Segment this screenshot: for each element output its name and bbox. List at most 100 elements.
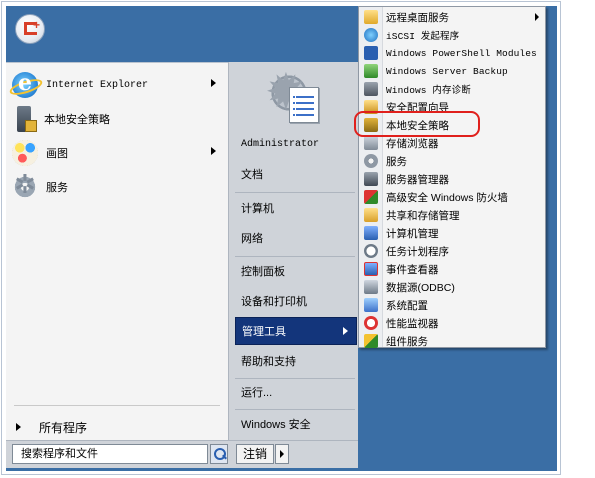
submenu-item-odbc[interactable]: 数据源(ODBC) [359,278,545,296]
admin-tools-submenu: 远程桌面服务 iSCSI 发起程序 Windows PowerShell Mod… [358,6,546,348]
right-item-help-support[interactable]: 帮助和支持 [235,347,357,375]
checklist-document-icon [289,87,319,123]
right-item-label: Administrator [241,138,320,150]
submenu-item-services[interactable]: 服务 [359,152,545,170]
submenu-item-server-backup[interactable]: Windows Server Backup [359,62,545,80]
left-item-internet-explorer[interactable]: Internet Explorer [6,69,228,101]
right-item-administrator[interactable]: Administrator [235,130,357,158]
submenu-item-label: 计算机管理 [386,227,439,240]
submenu-item-label: Windows Server Backup [386,65,508,77]
submenu-item-label: 性能监视器 [386,317,439,330]
right-item-network[interactable]: 网络 [235,224,357,252]
services-icon [364,154,378,168]
user-tile-plus: + [33,18,41,32]
submenu-item-label: 事件查看器 [386,263,439,276]
odbc-icon [364,280,378,294]
right-item-admin-tools[interactable]: 管理工具 [235,317,357,345]
right-pane-separator [235,192,355,193]
right-item-label: 网络 [241,233,263,245]
all-programs-label: 所有程序 [39,420,88,435]
left-item-label: 服务 [46,182,68,194]
share-storage-icon [364,208,378,222]
submenu-item-event-viewer[interactable]: 事件查看器 [359,260,545,278]
right-item-devices-printers[interactable]: 设备和打印机 [235,287,357,315]
local-security-policy-icon [364,118,378,132]
submenu-item-label: iSCSI 发起程序 [386,31,460,42]
right-item-control-panel[interactable]: 控制面板 [235,257,357,285]
server-manager-icon [364,172,378,186]
left-item-local-security-policy[interactable]: 本地安全策略 [6,103,228,135]
right-item-windows-security[interactable]: Windows 安全 [235,410,357,438]
submenu-item-label: 系统配置 [386,299,428,312]
submenu-item-remote-desktop[interactable]: 远程桌面服务 [359,8,545,26]
chevron-right-icon [535,13,539,21]
submenu-item-storage-explorer[interactable]: 存储浏览器 [359,134,545,152]
right-item-label: 管理工具 [242,326,286,338]
paint-icon [12,140,38,166]
chevron-right-icon [16,423,21,431]
system-config-icon [364,298,378,312]
submenu-item-label: 本地安全策略 [386,119,449,132]
submenu-item-powershell-modules[interactable]: Windows PowerShell Modules [359,44,545,62]
task-scheduler-icon [364,244,378,258]
submenu-item-iscsi[interactable]: iSCSI 发起程序 [359,26,545,44]
logoff-label: 注销 [242,447,267,461]
submenu-item-label: 任务计划程序 [386,245,449,258]
computer-management-icon [364,226,378,240]
right-item-run[interactable]: 运行... [235,378,357,406]
submenu-item-label: 数据源(ODBC) [386,281,455,294]
submenu-item-label: Windows 内存诊断 [386,85,471,96]
right-item-computer[interactable]: 计算机 [235,194,357,222]
submenu-item-label: 高级安全 Windows 防火墙 [386,191,508,204]
start-menu-header: + [6,6,358,62]
powershell-icon [364,46,378,60]
right-item-label: 计算机 [241,203,274,215]
security-wizard-icon [364,100,378,114]
component-services-icon [364,334,378,348]
left-item-paint[interactable]: 画图 [6,137,228,169]
right-item-label: 帮助和支持 [241,356,296,368]
submenu-item-memory-diagnostic[interactable]: Windows 内存诊断 [359,80,545,98]
start-menu-left-pane: Internet Explorer 本地安全策略 画图 服务 所有程序 [6,62,228,440]
right-item-label: 运行... [241,387,273,399]
submenu-item-firewall[interactable]: 高级安全 Windows 防火墙 [359,188,545,206]
submenu-item-share-storage[interactable]: 共享和存储管理 [359,206,545,224]
submenu-item-computer-management[interactable]: 计算机管理 [359,224,545,242]
submenu-item-label: 服务 [386,155,407,168]
submenu-item-local-security-policy[interactable]: 本地安全策略 [359,116,545,134]
left-item-services[interactable]: 服务 [6,170,228,203]
performance-monitor-icon [364,316,378,330]
iscsi-icon [364,28,378,42]
submenu-item-security-wizard[interactable]: 安全配置向导 [359,98,545,116]
submenu-item-performance-monitor[interactable]: 性能监视器 [359,314,545,332]
firewall-icon [364,190,378,204]
submenu-item-server-manager[interactable]: 服务器管理器 [359,170,545,188]
memory-diagnostic-icon [364,82,378,96]
right-item-documents[interactable]: 文档 [235,160,357,188]
start-menu-bottom-strip: 搜索程序和文件 注销 [6,440,358,468]
right-item-label: 控制面板 [241,266,285,278]
chevron-right-icon [343,327,348,335]
left-item-label: 本地安全策略 [44,114,110,126]
all-programs-item[interactable]: 所有程序 [6,415,228,439]
submenu-item-label: Windows PowerShell Modules [386,47,537,59]
submenu-item-label: 远程桌面服务 [386,11,449,24]
submenu-item-label: 共享和存储管理 [386,209,460,222]
submenu-item-label: 组件服务 [386,335,428,348]
submenu-item-label: 服务器管理器 [386,173,449,186]
submenu-item-system-config[interactable]: 系统配置 [359,296,545,314]
search-placeholder: 搜索程序和文件 [21,448,98,460]
admin-tools-icon [265,63,325,125]
search-input[interactable]: 搜索程序和文件 [12,444,208,464]
submenu-item-task-scheduler[interactable]: 任务计划程序 [359,242,545,260]
start-menu-right-pane: Administrator 文档 计算机 网络 控制面板 设备和打印机 管理工具… [228,62,358,440]
logoff-button[interactable]: 注销 [236,444,274,464]
user-tile-icon[interactable]: + [15,14,45,44]
shutdown-options-button[interactable] [275,444,289,464]
left-pane-divider [14,405,220,406]
search-icon[interactable] [210,444,228,464]
internet-explorer-icon [12,70,38,98]
submenu-item-component-services[interactable]: 组件服务 [359,332,545,350]
submenu-item-label: 存储浏览器 [386,137,439,150]
services-icon [12,170,38,200]
